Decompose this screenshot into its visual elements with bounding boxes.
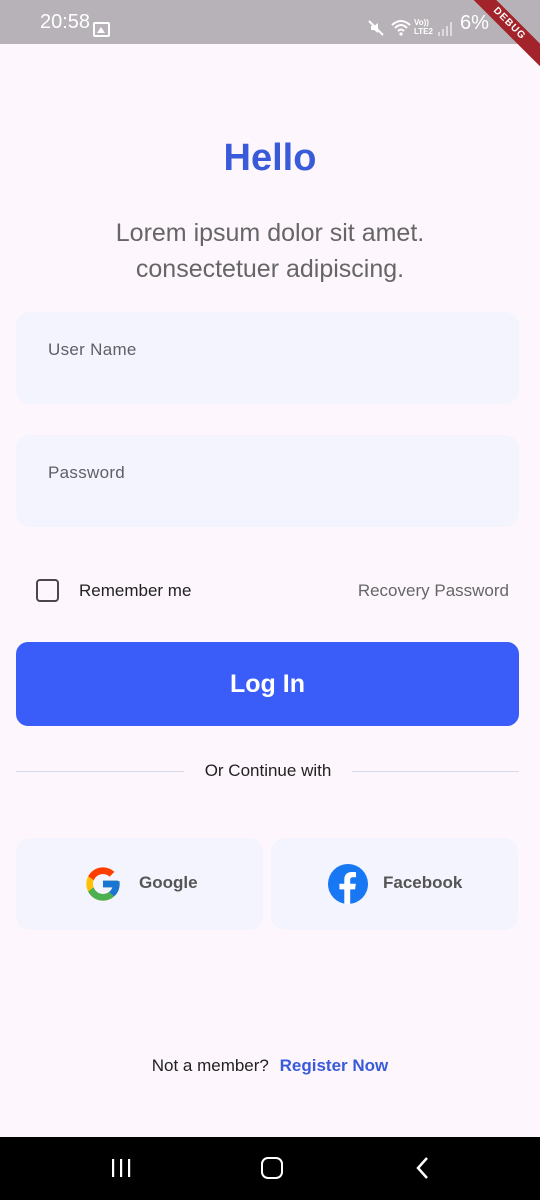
divider-text: Or Continue with [204, 761, 332, 780]
google-button[interactable]: Google [16, 838, 263, 930]
wifi-icon [391, 20, 411, 36]
username-label: User Name [48, 340, 137, 359]
gallery-icon [93, 22, 110, 37]
navigation-bar [0, 1137, 540, 1200]
status-time: 20:58 [40, 11, 91, 33]
page-subtitle: Lorem ipsum dolor sit amet. consectetuer… [115, 219, 425, 283]
google-icon [86, 867, 120, 901]
facebook-label: Facebook [383, 873, 463, 892]
recent-apps-icon[interactable] [111, 1159, 131, 1177]
volte-indicator: Vo)) LTE2 [414, 18, 433, 36]
divider-left [16, 771, 184, 772]
battery-level: 6% [460, 12, 489, 34]
remember-me-label[interactable]: Remember me [79, 581, 191, 601]
facebook-icon [328, 864, 368, 904]
register-now-link[interactable]: Register Now [280, 1056, 389, 1075]
remember-me-checkbox[interactable] [36, 579, 59, 602]
username-field[interactable]: User Name [16, 312, 519, 404]
password-label: Password [48, 463, 126, 482]
back-icon[interactable] [414, 1157, 432, 1179]
recovery-password-link[interactable]: Recovery Password [358, 581, 509, 601]
password-field[interactable]: Password [16, 435, 519, 527]
mute-icon [368, 20, 384, 36]
register-row: Not a member? Register Now [0, 1056, 540, 1076]
google-label: Google [139, 873, 198, 892]
home-icon[interactable] [261, 1157, 283, 1179]
register-prompt: Not a member? [151, 1056, 269, 1075]
divider-right [352, 771, 519, 772]
page-title: Hello [223, 137, 317, 179]
login-button[interactable]: Log In [16, 642, 519, 726]
status-bar: 20:58 Vo)) LTE2 6% DEBUG [0, 0, 540, 69]
signal-icon [438, 22, 452, 36]
facebook-button[interactable]: Facebook [271, 838, 518, 930]
